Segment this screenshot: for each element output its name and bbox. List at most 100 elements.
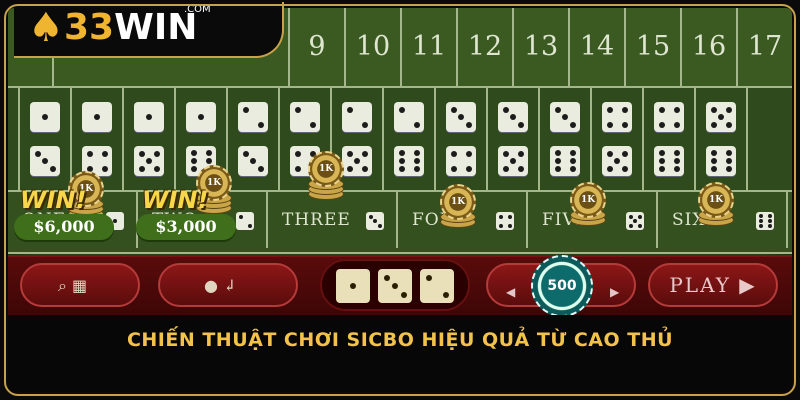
combo-bet-5-6[interactable] — [696, 88, 748, 190]
die-face-4 — [602, 102, 632, 132]
combo-bet-1-5[interactable] — [124, 88, 176, 190]
pip — [498, 214, 503, 219]
play-button[interactable]: PLAY ▶ — [648, 263, 778, 307]
pip — [294, 106, 301, 113]
pip — [507, 223, 512, 228]
single-bets-row: ONETWOTHREEFOURFIVESIX — [8, 190, 792, 254]
total-bet-13[interactable]: 13 — [514, 8, 570, 86]
die-face-6 — [756, 212, 774, 230]
arrow-left-icon[interactable]: ◀ — [506, 285, 515, 299]
pip — [153, 150, 160, 157]
pip — [710, 121, 717, 128]
pip — [309, 121, 316, 128]
total-bet-12[interactable]: 12 — [458, 8, 514, 86]
pip — [49, 165, 56, 172]
arrow-right-icon[interactable]: ▶ — [610, 285, 619, 299]
pip — [606, 106, 613, 113]
pip — [346, 165, 353, 172]
pip — [562, 114, 568, 120]
total-bet-14[interactable]: 14 — [570, 8, 626, 86]
pip — [628, 223, 633, 228]
total-bet-15[interactable]: 15 — [626, 8, 682, 86]
pip — [247, 223, 252, 228]
search-button[interactable]: ⌕ ▦ — [20, 263, 140, 307]
pip — [673, 149, 680, 156]
pip — [569, 158, 576, 164]
combo-bet-4-6[interactable] — [644, 88, 696, 190]
pip — [42, 114, 48, 120]
pip — [554, 106, 561, 113]
pip — [458, 114, 464, 120]
combo-bet-4-5[interactable] — [592, 88, 644, 190]
pip — [507, 214, 512, 219]
pip — [242, 150, 249, 157]
pip — [658, 106, 665, 113]
die-face-2 — [290, 102, 320, 132]
pip — [673, 106, 680, 113]
pip — [554, 166, 561, 173]
pip — [361, 121, 368, 128]
pip — [383, 274, 390, 281]
pip — [465, 165, 472, 172]
combo-bet-2-3[interactable] — [228, 88, 280, 190]
total-bet-11[interactable]: 11 — [402, 8, 458, 86]
pip — [554, 149, 561, 156]
die-face-3 — [30, 146, 60, 176]
rebet-button[interactable]: ● ↲ — [158, 263, 298, 307]
pip — [710, 158, 717, 164]
combo-bet-3-5[interactable] — [488, 88, 540, 190]
single-bet-three[interactable]: THREE — [268, 192, 398, 248]
pip — [725, 121, 732, 128]
pip — [710, 106, 717, 113]
pip — [465, 150, 472, 157]
pip — [710, 166, 717, 173]
total-bet-9[interactable]: 9 — [290, 8, 346, 86]
pip — [425, 274, 432, 281]
die-face-1 — [186, 102, 216, 132]
pip — [658, 158, 665, 164]
spade-crown-icon: ♠ — [28, 5, 64, 51]
pip — [502, 106, 509, 113]
total-bet-17[interactable]: 17 — [738, 8, 792, 86]
pip — [554, 158, 561, 164]
pip — [250, 158, 256, 164]
pip — [350, 283, 356, 289]
die-face-2 — [394, 102, 424, 132]
die-face-3 — [446, 102, 476, 132]
total-bet-10[interactable]: 10 — [346, 8, 402, 86]
single-bet-label: THREE — [282, 210, 351, 230]
pip — [758, 219, 763, 223]
bet-chip[interactable]: 500 — [531, 255, 593, 317]
pip — [354, 158, 360, 164]
pip — [758, 224, 763, 229]
chip-top: 1K — [698, 182, 734, 218]
pip — [413, 121, 420, 128]
total-bet-16[interactable]: 16 — [682, 8, 738, 86]
pip — [368, 214, 373, 219]
combo-bet-1-3[interactable] — [20, 88, 72, 190]
pip — [658, 121, 665, 128]
pip — [198, 114, 204, 120]
combo-bet-2-6[interactable] — [384, 88, 436, 190]
combo-bet-3-4[interactable] — [436, 88, 488, 190]
pip — [633, 219, 637, 223]
combo-bet-1-2[interactable] — [8, 88, 20, 190]
combo-bet-3-6[interactable] — [540, 88, 592, 190]
pip — [621, 165, 628, 172]
pip — [614, 158, 620, 164]
pip — [413, 166, 420, 173]
pip — [101, 150, 108, 157]
pip — [294, 165, 301, 172]
die-face-5 — [706, 102, 736, 132]
die-face-3 — [378, 269, 412, 303]
pip — [242, 106, 249, 113]
pip — [569, 149, 576, 156]
pip — [450, 150, 457, 157]
pip — [621, 106, 628, 113]
combo-row — [8, 88, 792, 190]
pip — [205, 149, 212, 156]
pip — [190, 158, 197, 164]
pip — [767, 224, 772, 229]
pip — [628, 214, 633, 219]
logo-domain: .COM — [184, 4, 211, 15]
